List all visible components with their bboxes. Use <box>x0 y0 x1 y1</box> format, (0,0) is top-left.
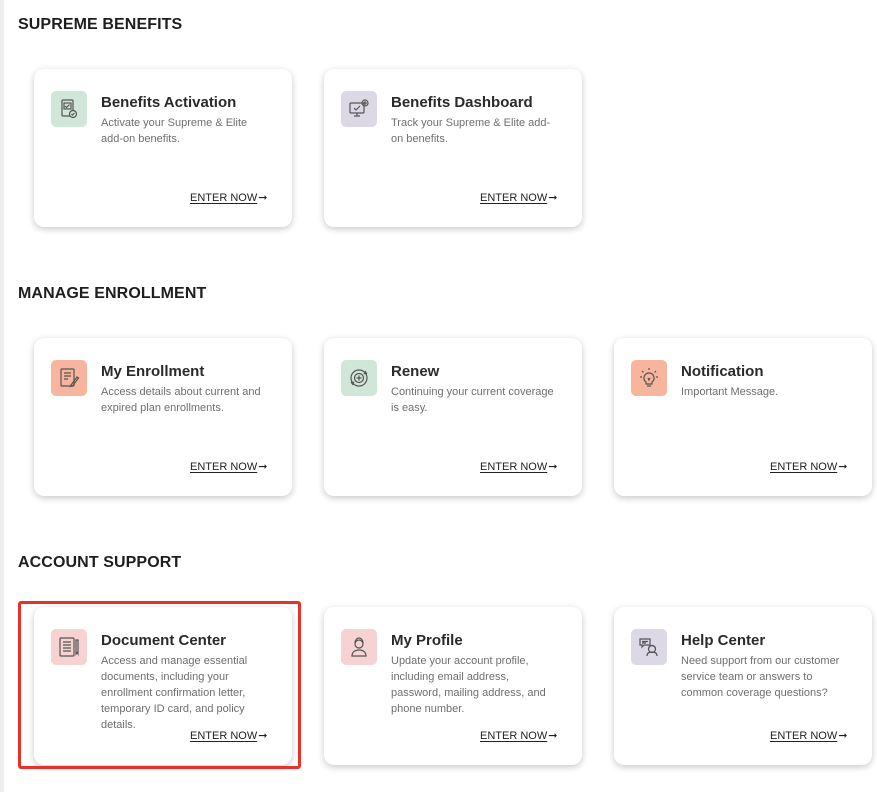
card-title: Document Center <box>101 632 227 649</box>
section-title-account-support: ACCOUNT SUPPORT <box>18 554 182 571</box>
enter-now-link[interactable]: ENTER NOW➞ <box>770 460 847 473</box>
card-renew[interactable]: Renew Continuing your current coverage i… <box>324 338 582 496</box>
enter-now-link[interactable]: ENTER NOW➞ <box>190 191 267 204</box>
enter-now-link[interactable]: ENTER NOW➞ <box>480 191 557 204</box>
document-icon <box>51 629 87 665</box>
card-description: Important Message. <box>681 386 779 398</box>
card-title: Benefits Dashboard <box>391 94 533 111</box>
arrow-right-icon: ➞ <box>548 192 558 204</box>
card-benefits-activation[interactable]: Benefits Activation Activate your Suprem… <box>34 69 292 227</box>
card-benefits-dashboard[interactable]: Benefits Dashboard Track your Supreme & … <box>324 69 582 227</box>
card-description: Continuing your current coverage is easy… <box>391 386 554 414</box>
card-title: Help Center <box>681 632 766 649</box>
arrow-right-icon: ➞ <box>258 192 268 204</box>
enter-now-link[interactable]: ENTER NOW➞ <box>190 729 267 742</box>
card-help-center[interactable]: Help Center Need support from our custom… <box>614 607 872 765</box>
support-chat-icon <box>631 629 667 665</box>
form-pencil-icon <box>51 360 87 396</box>
card-title: Renew <box>391 363 440 380</box>
section-title-supreme-benefits: SUPREME BENEFITS <box>18 16 183 33</box>
card-title: Notification <box>681 363 764 380</box>
card-document-center[interactable]: Document Center Access and manage essent… <box>34 607 292 765</box>
card-description: Track your Supreme & Elite add-on benefi… <box>391 117 551 145</box>
arrow-right-icon: ➞ <box>258 461 268 473</box>
enter-now-link[interactable]: ENTER NOW➞ <box>480 729 557 742</box>
profile-person-icon <box>341 629 377 665</box>
arrow-right-icon: ➞ <box>838 730 848 742</box>
card-title: Benefits Activation <box>101 94 237 111</box>
lightbulb-icon <box>631 360 667 396</box>
left-edge-strip <box>0 0 4 792</box>
card-description: Update your account profile, including e… <box>391 655 546 715</box>
card-title: My Enrollment <box>101 363 205 380</box>
enter-now-link[interactable]: ENTER NOW➞ <box>190 460 267 473</box>
renew-cycle-icon <box>341 360 377 396</box>
tablet-check-icon <box>51 91 87 127</box>
enter-now-link[interactable]: ENTER NOW➞ <box>480 460 557 473</box>
monitor-gear-icon <box>341 91 377 127</box>
card-title: My Profile <box>391 632 463 649</box>
card-my-enrollment[interactable]: My Enrollment Access details about curre… <box>34 338 292 496</box>
card-description: Access details about current and expired… <box>101 386 261 414</box>
card-notification[interactable]: Notification Important Message. ENTER NO… <box>614 338 872 496</box>
arrow-right-icon: ➞ <box>548 461 558 473</box>
section-title-manage-enrollment: MANAGE ENROLLMENT <box>18 285 207 302</box>
arrow-right-icon: ➞ <box>838 461 848 473</box>
card-description: Need support from our customer service t… <box>681 655 840 699</box>
arrow-right-icon: ➞ <box>548 730 558 742</box>
arrow-right-icon: ➞ <box>258 730 268 742</box>
enter-now-link[interactable]: ENTER NOW➞ <box>770 729 847 742</box>
card-my-profile[interactable]: My Profile Update your account profile, … <box>324 607 582 765</box>
card-description: Access and manage essential documents, i… <box>101 655 248 731</box>
card-description: Activate your Supreme & Elite add-on ben… <box>101 117 248 145</box>
